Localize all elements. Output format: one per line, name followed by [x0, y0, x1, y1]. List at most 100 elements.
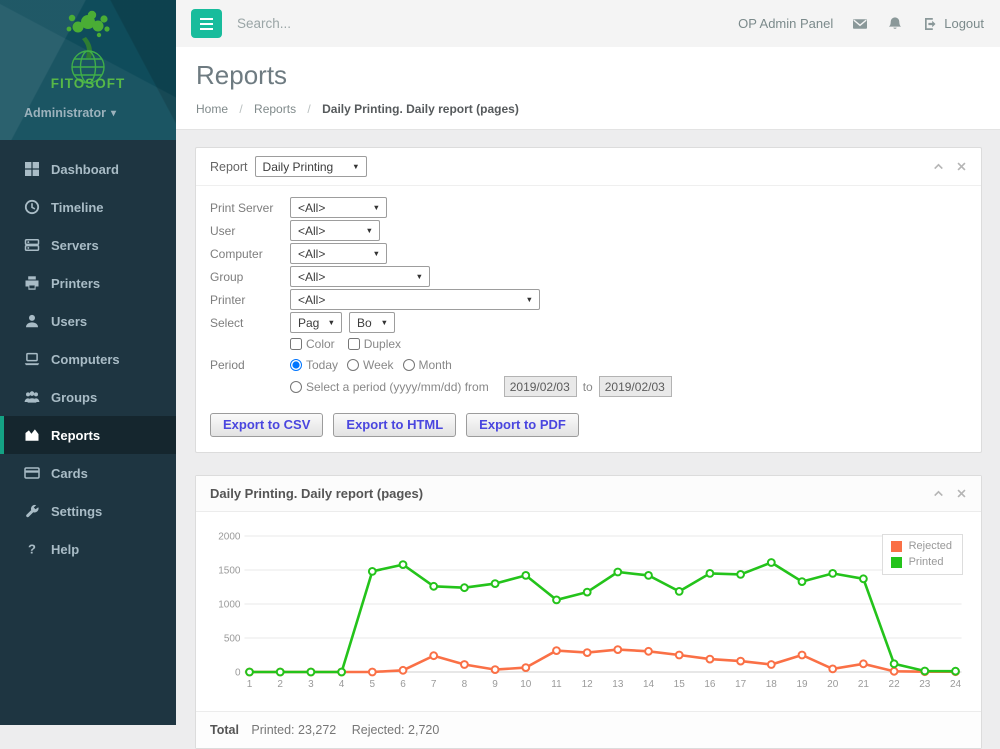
color-checkbox[interactable]: [290, 338, 302, 350]
duplex-checkbox-option[interactable]: Duplex: [348, 337, 401, 351]
search-input[interactable]: [237, 16, 457, 31]
both-select[interactable]: Both ▼: [349, 312, 395, 333]
bell-icon[interactable]: [887, 16, 903, 32]
brand-text: FITOSOFT: [51, 76, 126, 91]
svg-text:7: 7: [431, 679, 437, 690]
svg-text:3: 3: [308, 679, 314, 690]
breadcrumb-home[interactable]: Home: [196, 102, 228, 116]
color-checkbox-option[interactable]: Color: [290, 337, 335, 351]
sidebar-item-printers[interactable]: Printers: [0, 264, 176, 302]
filter-row-user: User <All> ▼: [210, 220, 967, 241]
svg-text:24: 24: [950, 679, 962, 690]
sidebar-item-timeline[interactable]: Timeline: [0, 188, 176, 226]
printer-select[interactable]: <All> ▼: [290, 289, 540, 310]
legend-swatch: [891, 541, 902, 552]
chart-area: 0500100015002000123456789101112131415161…: [196, 512, 981, 711]
close-panel-icon[interactable]: [956, 488, 967, 499]
collapse-panel-icon[interactable]: [933, 488, 944, 499]
svg-text:12: 12: [582, 679, 594, 690]
svg-text:21: 21: [858, 679, 870, 690]
breadcrumb-reports[interactable]: Reports: [254, 102, 296, 116]
period-range-row: Select a period (yyyy/mm/dd) from to: [210, 376, 967, 397]
pages-select[interactable]: Pages ▼: [290, 312, 342, 333]
sidebar-item-help[interactable]: ?Help: [0, 530, 176, 568]
logout-button[interactable]: Logout: [922, 16, 984, 32]
report-filter-panel-body: Print Server <All> ▼ User <All> ▼ Comput…: [196, 186, 981, 452]
sidebar-item-label: Users: [51, 314, 87, 329]
sidebar: FITOSOFT Administrator ▾ Dashboard Timeli…: [0, 0, 176, 725]
period-row: Period Today Week Month: [210, 355, 967, 374]
report-select[interactable]: Daily Printing ▼: [255, 156, 367, 177]
sidebar-item-label: Computers: [51, 352, 120, 367]
export-html-button[interactable]: Export to HTML: [333, 413, 456, 437]
svg-text:11: 11: [551, 679, 562, 690]
date-to-input[interactable]: [599, 376, 672, 397]
filter-row-select: Select Pages ▼ Both ▼: [210, 312, 967, 333]
export-pdf-button[interactable]: Export to PDF: [466, 413, 579, 437]
export-buttons-row: Export to CSV Export to HTML Export to P…: [210, 413, 967, 437]
period-week-option[interactable]: Week: [347, 358, 393, 372]
chart-legend: RejectedPrinted: [882, 534, 963, 575]
legend-item-printed: Printed: [891, 556, 952, 568]
sidebar-menu: Dashboard Timeline Servers Printers Users Com…: [0, 140, 176, 568]
filter-row-print-server: Print Server <All> ▼: [210, 197, 967, 218]
svg-text:20: 20: [827, 679, 839, 690]
chart-panel-title: Daily Printing. Daily report (pages): [210, 486, 423, 501]
group-label: Group: [210, 270, 290, 284]
print-server-select[interactable]: <All> ▼: [290, 197, 387, 218]
sidebar-header: FITOSOFT Administrator ▾: [0, 0, 176, 140]
period-today-radio[interactable]: [290, 359, 302, 371]
sidebar-item-dashboard[interactable]: Dashboard: [0, 150, 176, 188]
period-month-option[interactable]: Month: [403, 358, 452, 372]
computer-label: Computer: [210, 247, 290, 261]
export-csv-button[interactable]: Export to CSV: [210, 413, 323, 437]
sidebar-item-computers[interactable]: Computers: [0, 340, 176, 378]
report-filter-panel-header: Report Daily Printing ▼: [196, 148, 981, 186]
caret-down-icon: ▼: [373, 203, 380, 212]
caret-down-icon: ▼: [373, 249, 380, 258]
sidebar-item-reports[interactable]: Reports: [0, 416, 176, 454]
sidebar-item-settings[interactable]: Settings: [0, 492, 176, 530]
mail-icon[interactable]: [852, 16, 868, 32]
menu-toggle-button[interactable]: [191, 9, 222, 38]
filter-row-computer: Computer <All> ▼: [210, 243, 967, 264]
sidebar-item-label: Printers: [51, 276, 100, 291]
period-month-radio[interactable]: [403, 359, 415, 371]
group-select[interactable]: <All> ▼: [290, 266, 430, 287]
timeline-icon: [24, 199, 40, 215]
svg-text:1000: 1000: [218, 600, 241, 611]
admin-panel-label: OP Admin Panel: [738, 16, 833, 31]
sidebar-item-users[interactable]: Users: [0, 302, 176, 340]
collapse-panel-icon[interactable]: [933, 161, 944, 172]
chart-panel-footer: Total Printed: 23,272 Rejected: 2,720: [196, 711, 981, 748]
dashboard-icon: [24, 161, 40, 177]
sidebar-item-label: Servers: [51, 238, 99, 253]
caret-down-icon: ▼: [352, 162, 359, 171]
period-today-option[interactable]: Today: [290, 358, 338, 372]
caret-down-icon: ▼: [366, 226, 373, 235]
printers-icon: [24, 275, 40, 291]
svg-text:6: 6: [400, 679, 406, 690]
date-from-input[interactable]: [504, 376, 577, 397]
close-panel-icon[interactable]: [956, 161, 967, 172]
sidebar-item-label: Settings: [51, 504, 102, 519]
select-label: Select: [210, 316, 290, 330]
svg-text:14: 14: [643, 679, 655, 690]
logout-label: Logout: [944, 16, 984, 31]
sidebar-item-servers[interactable]: Servers: [0, 226, 176, 264]
printer-label: Printer: [210, 293, 290, 307]
computer-select[interactable]: <All> ▼: [290, 243, 387, 264]
period-range-radio[interactable]: [290, 381, 302, 393]
breadcrumb-separator: /: [239, 102, 242, 116]
period-week-radio[interactable]: [347, 359, 359, 371]
sidebar-item-groups[interactable]: Groups: [0, 378, 176, 416]
sidebar-item-cards[interactable]: Cards: [0, 454, 176, 492]
duplex-checkbox[interactable]: [348, 338, 360, 350]
reports-icon: [24, 427, 40, 443]
user-menu[interactable]: Administrator ▾: [0, 106, 176, 120]
svg-text:0: 0: [235, 668, 241, 679]
sidebar-item-label: Dashboard: [51, 162, 119, 177]
user-select[interactable]: <All> ▼: [290, 220, 380, 241]
period-range-option[interactable]: Select a period (yyyy/mm/dd) from: [290, 380, 489, 394]
settings-icon: [24, 503, 40, 519]
